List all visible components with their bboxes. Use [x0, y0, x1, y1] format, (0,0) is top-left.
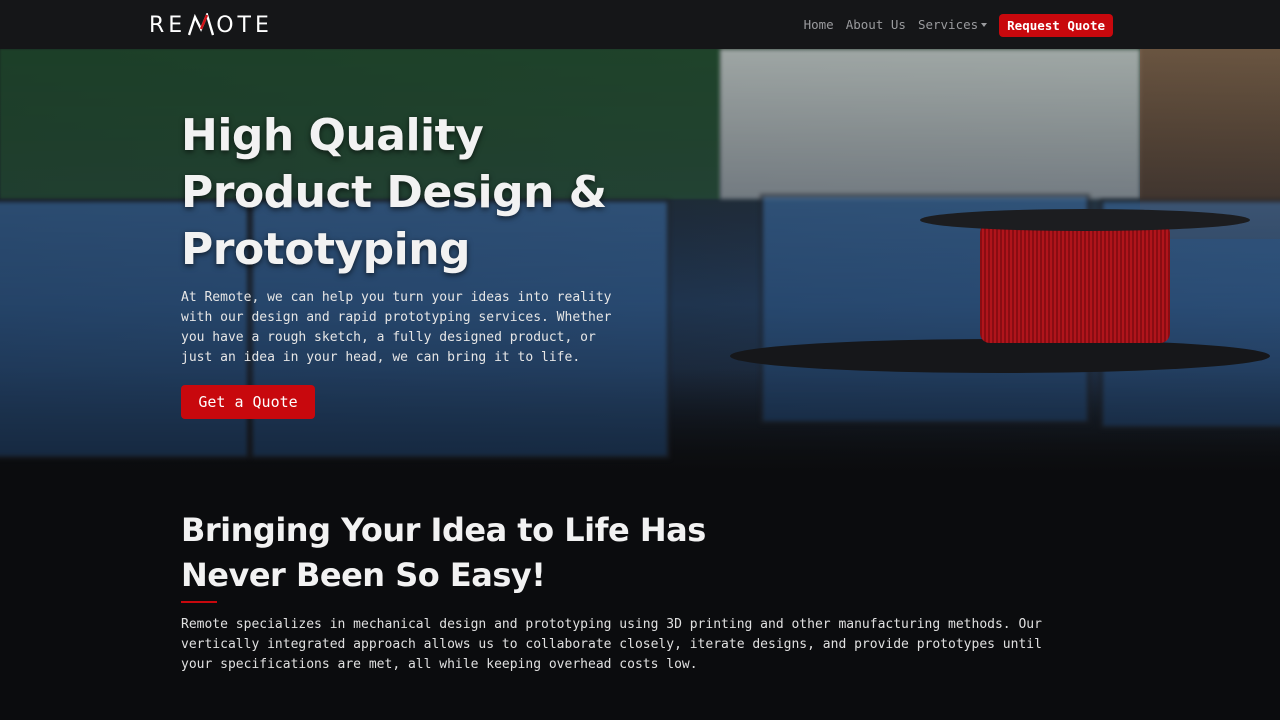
hero-description: At Remote, we can help you turn your ide… — [181, 290, 612, 365]
logo-m-mark-icon — [188, 13, 215, 36]
caret-down-icon — [981, 23, 988, 27]
get-quote-button[interactable]: Get a Quote — [181, 385, 315, 419]
nav-services-dropdown[interactable]: Services — [912, 13, 993, 37]
section-divider — [181, 601, 217, 603]
section-title: Bringing Your Idea to Life Has Never Bee… — [181, 511, 706, 594]
remote-logo[interactable]: RE OTE — [149, 10, 273, 40]
logo-text-right: OTE — [216, 12, 273, 38]
section-description: Remote specializes in mechanical design … — [181, 617, 1042, 672]
hero-title: High Quality Product Design & Prototypin… — [181, 110, 607, 275]
navbar: RE OTE Home About Us Services Request Qu… — [0, 0, 1280, 49]
nav-about-link[interactable]: About Us — [840, 13, 912, 37]
hero-bg-filament-spool — [730, 209, 1270, 409]
request-quote-button[interactable]: Request Quote — [999, 13, 1113, 37]
nav-home-link[interactable]: Home — [798, 13, 840, 37]
nav-links: Home About Us Services Request Quote — [798, 13, 1113, 37]
hero-section: High Quality Product Design & Prototypin… — [0, 49, 1280, 475]
logo-text-left: RE — [149, 12, 187, 38]
nav-services-label: Services — [917, 17, 979, 32]
hero-bg-white-wall — [720, 49, 1140, 199]
